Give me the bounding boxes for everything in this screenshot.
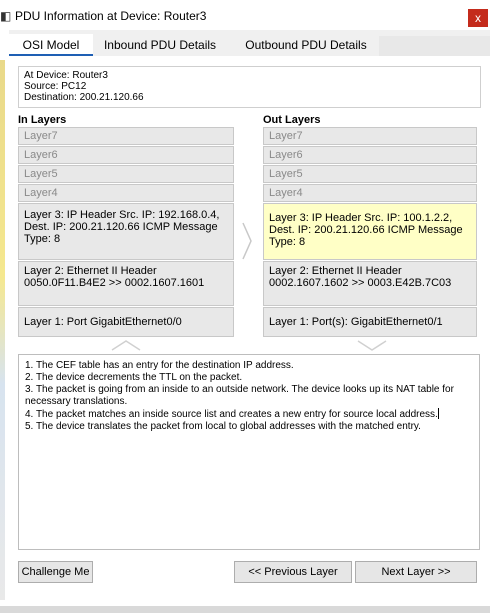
in-layer-2[interactable]: Layer 2: Ethernet II Header 0050.0F11.B4… [18, 261, 234, 306]
out-layer-3[interactable]: Layer 3: IP Header Src. IP: 100.1.2.2, D… [263, 203, 477, 260]
source-label: Source: PC12 [24, 81, 87, 92]
tab-outbound-pdu-details[interactable]: Outbound PDU Details [233, 34, 379, 56]
window-title: PDU Information at Device: Router3 [15, 9, 207, 23]
log-line-5: 5. The device translates the packet from… [25, 421, 421, 432]
out-layer-4[interactable]: Layer4 [263, 184, 477, 202]
challenge-me-button[interactable]: Challenge Me [18, 561, 93, 583]
device-info-box: At Device: Router3 Source: PC12 Destinat… [18, 66, 481, 108]
background-window-edge [0, 60, 5, 600]
out-layer-5[interactable]: Layer5 [263, 165, 477, 183]
destination-label: Destination: 200.21.120.66 [24, 92, 144, 103]
out-layer-2[interactable]: Layer 2: Ethernet II Header 0002.1607.16… [263, 261, 477, 306]
in-layer-6[interactable]: Layer6 [18, 146, 234, 164]
device-name: At Device: Router3 [24, 70, 108, 81]
in-layers-heading: In Layers [18, 114, 67, 126]
chevron-up-icon [111, 340, 141, 351]
chevron-down-icon [357, 340, 387, 351]
in-layer-7[interactable]: Layer7 [18, 127, 234, 145]
out-layer-7[interactable]: Layer7 [263, 127, 477, 145]
tab-osi-model[interactable]: OSI Model [9, 34, 93, 56]
close-button[interactable]: x [468, 9, 488, 27]
log-line-1: 1. The CEF table has an entry for the de… [25, 360, 294, 371]
tab-strip-filler [379, 36, 490, 56]
in-layer-5[interactable]: Layer5 [18, 165, 234, 183]
previous-layer-button[interactable]: << Previous Layer [234, 561, 352, 583]
out-layer-1[interactable]: Layer 1: Port(s): GigabitEthernet0/1 [263, 307, 477, 337]
osi-model-panel: At Device: Router3 Source: PC12 Destinat… [9, 56, 490, 613]
out-layers-heading: Out Layers [263, 114, 321, 126]
text-caret [437, 408, 439, 419]
out-layer-6[interactable]: Layer6 [263, 146, 477, 164]
bottom-border [0, 606, 490, 613]
title-bar: ◧ PDU Information at Device: Router3 x [0, 0, 490, 30]
in-layer-1[interactable]: Layer 1: Port GigabitEthernet0/0 [18, 307, 234, 337]
log-line-4: 4. The packet matches an inside source l… [25, 409, 438, 420]
direction-arrow-icon [242, 222, 252, 260]
tab-bar: OSI Model Inbound PDU Details Outbound P… [9, 34, 490, 56]
next-layer-button[interactable]: Next Layer >> [355, 561, 477, 583]
tab-inbound-pdu-details[interactable]: Inbound PDU Details [93, 34, 227, 56]
app-icon: ◧ [0, 9, 12, 23]
log-line-3: 3. The packet is going from an inside to… [25, 384, 454, 407]
pdu-window: OSI Model Inbound PDU Details Outbound P… [9, 30, 490, 613]
log-line-2: 2. The device decrements the TTL on the … [25, 372, 243, 383]
layer-description-text[interactable]: 1. The CEF table has an entry for the de… [18, 354, 480, 550]
in-layer-4[interactable]: Layer4 [18, 184, 234, 202]
in-layer-3[interactable]: Layer 3: IP Header Src. IP: 192.168.0.4,… [18, 203, 234, 260]
